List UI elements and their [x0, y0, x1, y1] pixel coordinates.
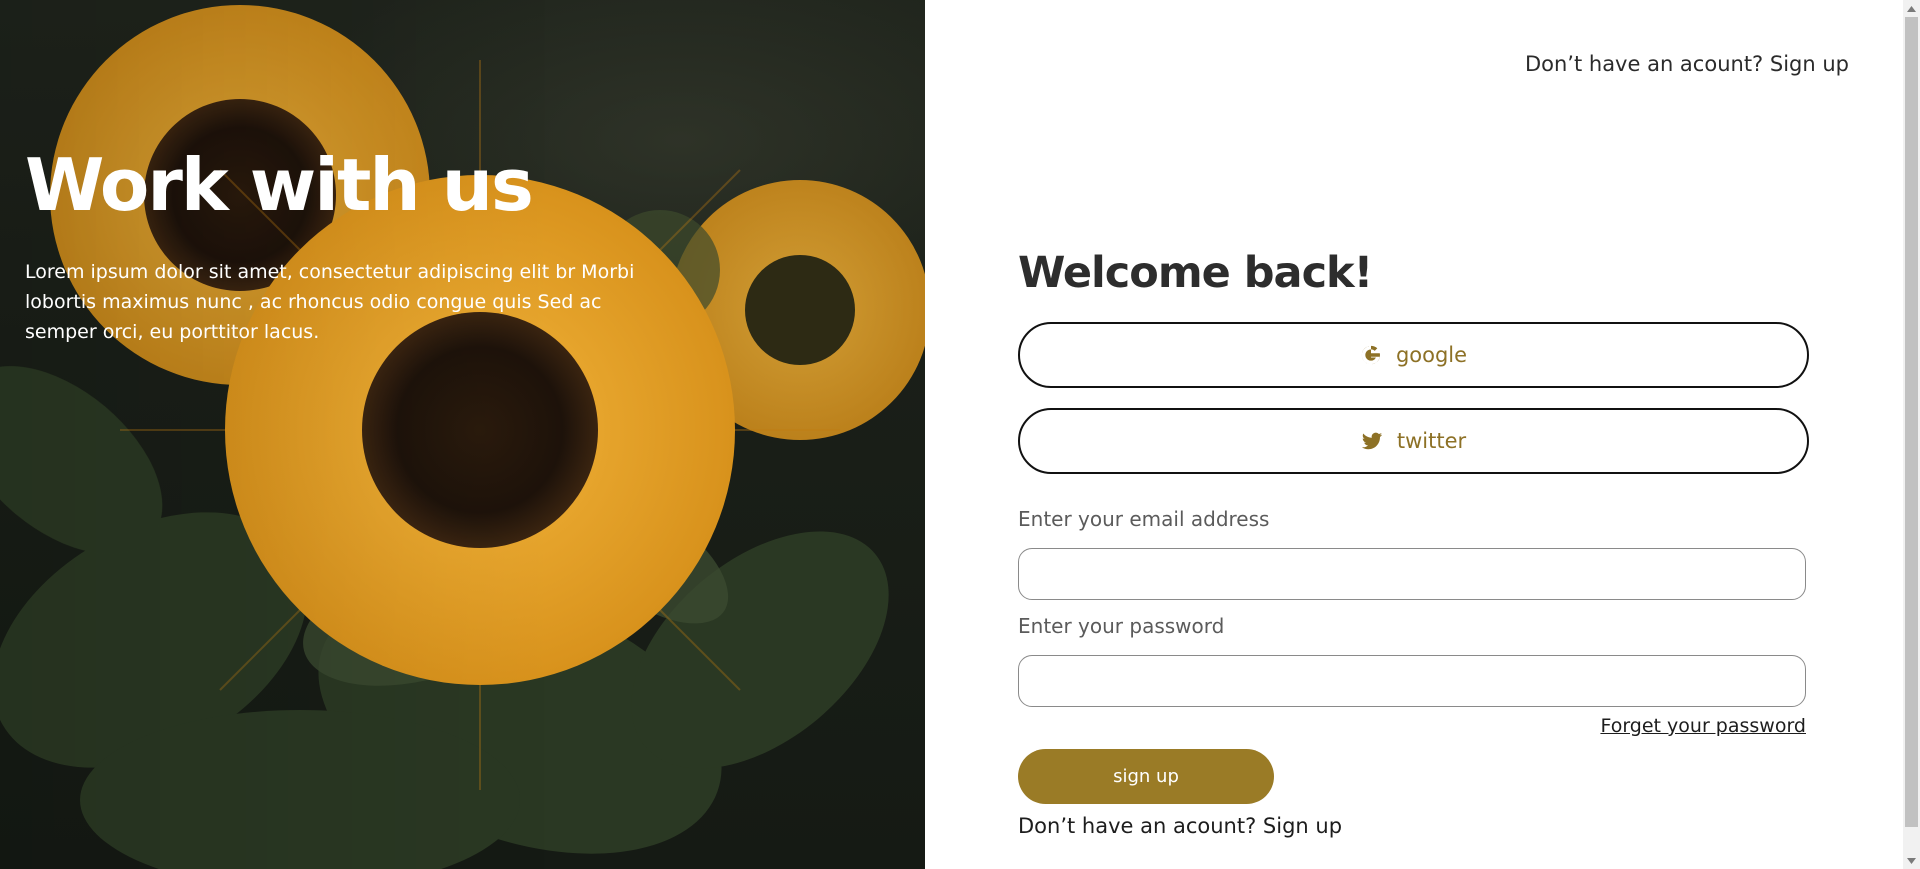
google-button-label: google — [1395, 343, 1468, 367]
scroll-up-arrow-icon[interactable] — [1903, 0, 1920, 17]
hero-description: Lorem ipsum dolor sit amet, consectetur … — [25, 261, 635, 343]
email-label: Enter your email address — [1018, 507, 1270, 531]
hero-overlay — [0, 0, 925, 869]
hero-panel: Work with us Lorem ipsum dolor sit amet,… — [0, 0, 925, 869]
login-panel: Don’t have an acount? Sign up Welcome ba… — [925, 0, 1903, 869]
signup-link-bottom[interactable]: Don’t have an acount? Sign up — [1018, 814, 1342, 838]
scroll-down-arrow-icon[interactable] — [1903, 852, 1920, 869]
forgot-password-link[interactable]: Forget your password — [1600, 715, 1806, 737]
signup-link-top[interactable]: Don’t have an acount? Sign up — [1525, 52, 1849, 76]
form-title: Welcome back! — [1018, 248, 1373, 298]
twitter-button-label: twitter — [1396, 429, 1467, 453]
email-field[interactable] — [1018, 548, 1806, 600]
google-icon — [1360, 344, 1382, 366]
page-scrollbar[interactable] — [1903, 0, 1920, 869]
password-field[interactable] — [1018, 655, 1806, 707]
scrollbar-thumb[interactable] — [1905, 17, 1918, 827]
google-login-button[interactable]: google — [1018, 322, 1809, 388]
twitter-icon — [1361, 430, 1383, 452]
hero-title: Work with us — [25, 143, 534, 227]
login-page: Work with us Lorem ipsum dolor sit amet,… — [0, 0, 1920, 869]
password-label: Enter your password — [1018, 614, 1225, 638]
signup-submit-button[interactable]: sign up — [1018, 749, 1274, 804]
twitter-login-button[interactable]: twitter — [1018, 408, 1809, 474]
